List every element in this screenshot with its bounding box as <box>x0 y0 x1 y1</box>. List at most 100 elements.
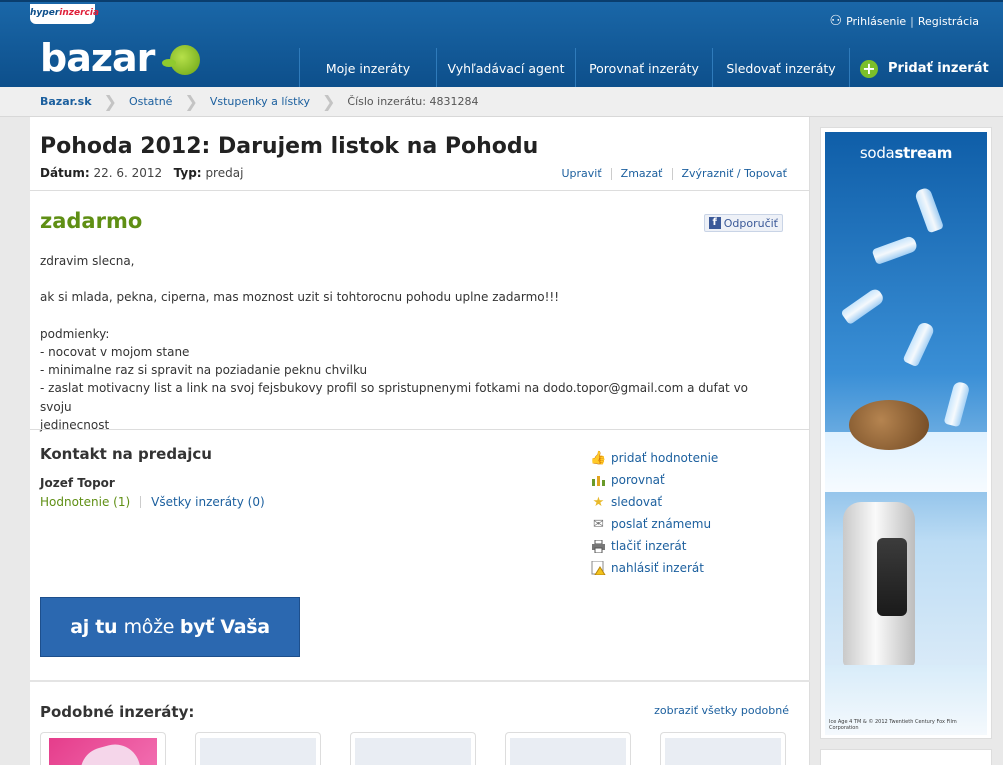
ad-detail: Pohoda 2012: Darujem listok na Pohodu Dá… <box>30 117 810 765</box>
description-line: jedinecnost <box>40 418 110 433</box>
sidebar-ad-container: sodastream Ice Age 4 TM & © 2012 Twentie… <box>820 127 992 739</box>
site-header: hyperinzercia bazar ⚇ Prihlásenie | Regi… <box>0 0 1003 89</box>
thumbnail-image <box>510 738 626 765</box>
add-ad-button[interactable]: + Pridať inzerát <box>849 48 1002 89</box>
brand-bold: stream <box>894 144 953 162</box>
seller-all-ads-link[interactable]: Všetky inzeráty (0) <box>151 495 265 509</box>
thumbs-up-icon: 👍 <box>590 450 607 466</box>
sodastream-ad[interactable]: sodastream Ice Age 4 TM & © 2012 Twentie… <box>825 132 987 735</box>
similar-ad-thumbnail[interactable] <box>660 732 786 765</box>
printer-icon <box>590 539 607 554</box>
add-ad-label: Pridať inzerát <box>888 61 989 76</box>
nav-my-ads[interactable]: Moje inzeráty <box>299 48 436 89</box>
login-link[interactable]: Prihlásenie <box>846 15 906 28</box>
print-tool[interactable]: tlačiť inzerát <box>590 535 718 557</box>
thumbnail-image <box>665 738 781 765</box>
logo-ball-icon <box>162 45 200 75</box>
description-blank <box>40 270 780 288</box>
breadcrumb-category[interactable]: Ostatné <box>129 95 173 108</box>
description-line: ak si mlada, pekna, ciperna, mas moznost… <box>40 290 560 305</box>
account-link-separator: | <box>910 14 914 28</box>
watch-tool[interactable]: ★ sledovať <box>590 491 718 513</box>
account-links: ⚇ Prihlásenie | Registrácia <box>830 13 979 29</box>
tool-label: poslať známemu <box>611 517 712 531</box>
date-label: Dátum: <box>40 166 90 180</box>
soda-machine-image <box>843 502 915 667</box>
facebook-recommend-button[interactable]: f Odporučiť <box>703 214 783 232</box>
similar-ad-thumbnail[interactable] <box>350 732 476 765</box>
ad-price: zadarmo <box>40 209 143 233</box>
compare-tool[interactable]: porovnať <box>590 469 718 491</box>
scrat-image <box>849 400 929 450</box>
ad-tools: 👍 pridať hodnotenie porovnať ★ sledovať … <box>590 447 718 579</box>
seller-links: Hodnotenie (1) Všetky inzeráty (0) <box>40 495 265 509</box>
chevron-right-icon: ❯ <box>103 92 117 111</box>
ad-type: predaj <box>205 166 244 180</box>
description-line: zdravim slecna, <box>40 254 135 268</box>
similar-ad-thumbnail[interactable] <box>195 732 321 765</box>
similar-ad-thumbnail[interactable] <box>40 732 166 765</box>
advertise-here-banner[interactable]: aj tu môže byť Vaša reklama <box>40 597 300 696</box>
description-line: - zaslat motivacny list a link na svoj f… <box>40 381 749 414</box>
banner-text-2: môže <box>123 616 180 638</box>
seller-rating-link[interactable]: Hodnotenie (1) <box>40 495 130 509</box>
thumbnail-image <box>355 738 471 765</box>
bottle-image <box>902 320 936 368</box>
register-link[interactable]: Registrácia <box>918 15 979 28</box>
bottle-image <box>840 286 886 326</box>
hyperinzercia-badge[interactable]: hyperinzercia <box>30 4 99 24</box>
description-line: - nocovat v mojom stane <box>40 344 190 359</box>
nav-watch-ads[interactable]: Sledovať inzeráty <box>712 48 849 89</box>
envelope-icon: ✉ <box>593 516 604 532</box>
show-all-similar-link[interactable]: zobraziť všetky podobné <box>654 704 789 717</box>
divider <box>610 167 612 180</box>
delete-link[interactable]: Zmazať <box>621 167 663 180</box>
badge-hyper-text: hyper <box>30 8 60 18</box>
bottle-image <box>913 186 945 234</box>
tool-label: sledovať <box>611 495 663 509</box>
breadcrumb-home[interactable]: Bazar.sk <box>40 95 92 108</box>
ad-description: zdravim slecna, ak si mlada, pekna, cipe… <box>40 252 780 434</box>
bottle-image <box>943 380 971 428</box>
sodastream-logo: sodastream <box>825 144 987 162</box>
facebook-recommend-label: Odporučiť <box>723 216 778 230</box>
send-to-friend-tool[interactable]: ✉ poslať známemu <box>590 513 718 535</box>
compare-icon <box>590 473 607 488</box>
report-tool[interactable]: nahlásiť inzerát <box>590 557 718 579</box>
breadcrumb: Bazar.sk ❯ Ostatné ❯ Vstupenky a lístky … <box>0 87 1003 117</box>
bazar-logo[interactable]: bazar <box>40 38 155 78</box>
banner-text-1: aj tu <box>70 616 124 638</box>
divider <box>140 496 142 508</box>
brand-light: soda <box>859 144 895 162</box>
nav-compare-ads[interactable]: Porovnať inzeráty <box>575 48 712 89</box>
ad-meta: Dátum: 22. 6. 2012 Typ: predaj <box>40 166 243 180</box>
tool-label: porovnať <box>611 473 665 487</box>
tool-label: nahlásiť inzerát <box>611 561 704 575</box>
highlight-link[interactable]: Zvýrazniť / Topovať <box>682 167 788 180</box>
edit-link[interactable]: Upraviť <box>561 167 601 180</box>
badge-inzercia-text: inzercia <box>59 8 100 18</box>
star-icon: ★ <box>592 494 605 510</box>
nav-search-agent[interactable]: Vyhľadávací agent <box>436 48 575 89</box>
warning-icon <box>590 561 607 576</box>
thumbnail-image <box>200 738 316 765</box>
add-rating-tool[interactable]: 👍 pridať hodnotenie <box>590 447 718 469</box>
description-line: - minimalne raz si spravit na poziadanie… <box>40 363 368 378</box>
tool-label: pridať hodnotenie <box>611 451 719 465</box>
user-icon: ⚇ <box>829 13 843 29</box>
similar-ads-list <box>40 732 786 765</box>
similar-ad-thumbnail[interactable] <box>505 732 631 765</box>
breadcrumb-subcategory[interactable]: Vstupenky a lístky <box>210 95 310 108</box>
divider <box>30 429 810 430</box>
divider <box>30 190 810 191</box>
ad-fine-print: Ice Age 4 TM & © 2012 Twentieth Century … <box>829 719 957 731</box>
bottle-image <box>871 234 919 266</box>
description-line: podmienky: <box>40 326 110 341</box>
ad-date: 22. 6. 2012 <box>93 166 163 180</box>
description-blank <box>40 307 780 325</box>
sidebar-second-box <box>820 749 992 765</box>
type-label: Typ: <box>173 166 202 180</box>
facebook-icon: f <box>708 217 721 229</box>
ad-actions: Upraviť Zmazať Zvýrazniť / Topovať <box>561 167 787 180</box>
plus-icon: + <box>860 59 878 78</box>
